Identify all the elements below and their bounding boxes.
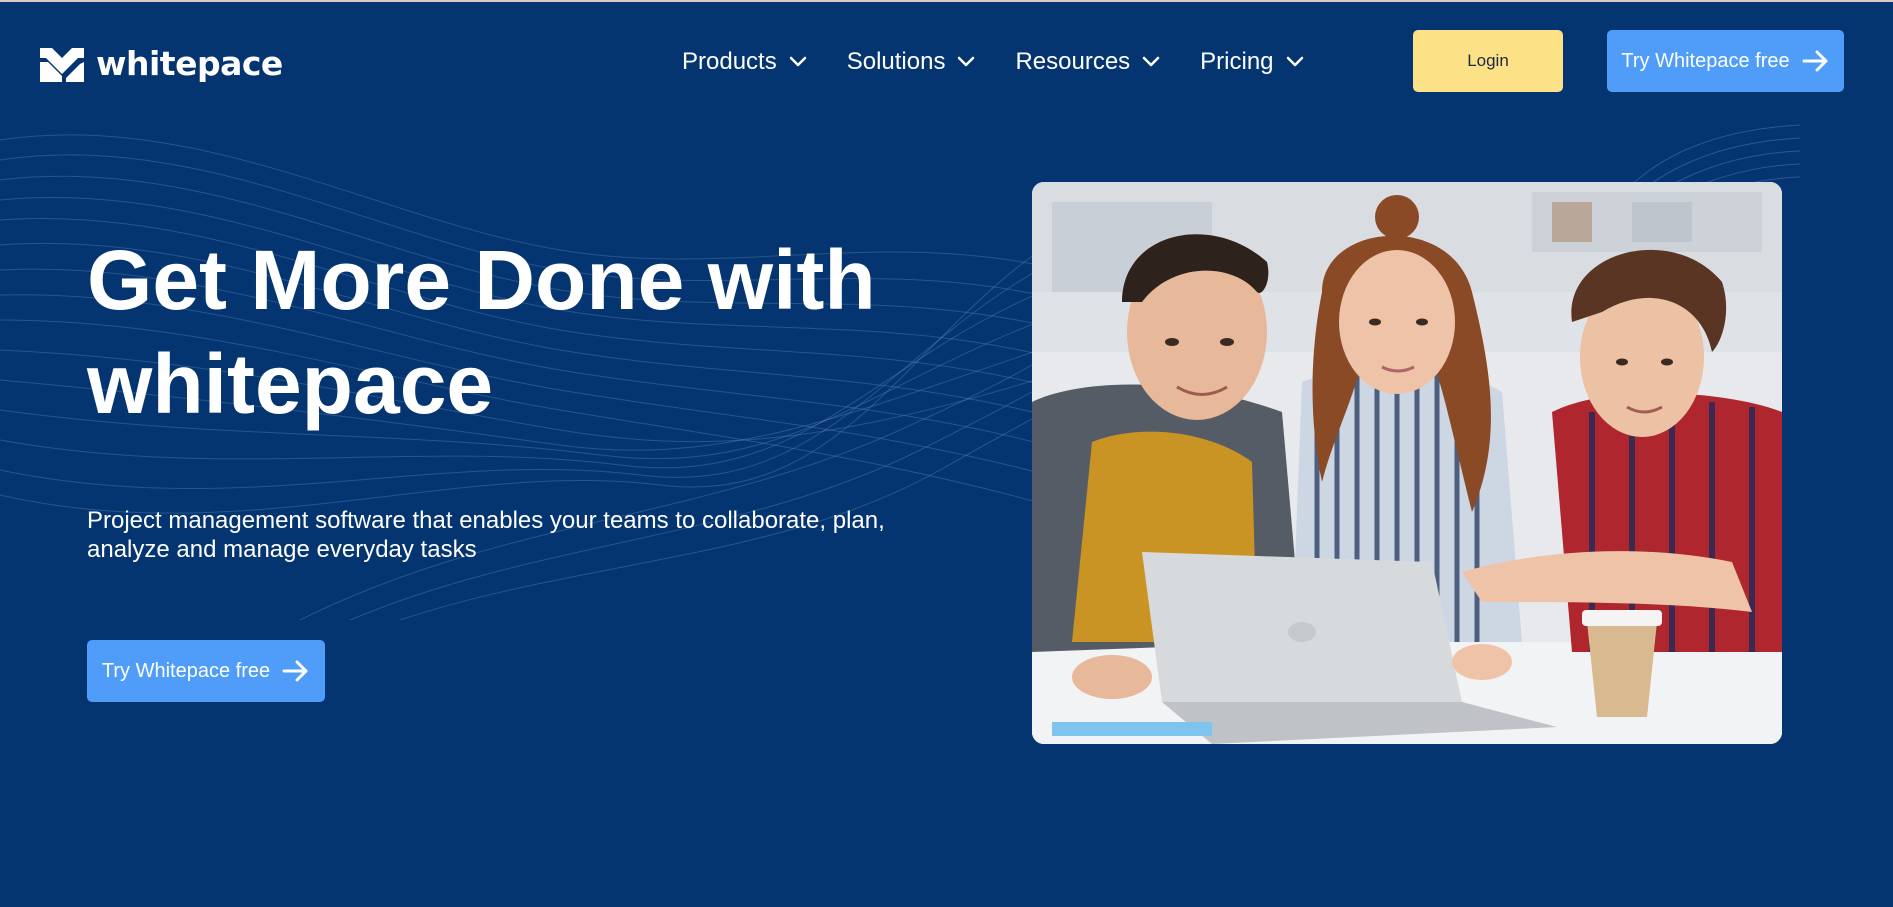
hero-title: Get More Done with whitepace [87,228,987,436]
nav-item-label: Products [682,48,777,75]
main-nav: Products Solutions Resources Pricing [682,46,1344,78]
hero-subtitle: Project management software that enables… [87,506,967,564]
logo-link[interactable]: whitepace [38,42,283,86]
nav-item-pricing[interactable]: Pricing [1200,46,1303,78]
chevron-down-icon [1142,56,1160,67]
try-free-header-button[interactable]: Try Whitepace free [1607,30,1844,92]
chevron-down-icon [1286,56,1303,67]
try-free-label: Try Whitepace free [101,659,271,682]
site-header: whitepace Products Solutions Resources P… [0,2,1893,120]
logo-text: whitepace [96,44,283,83]
try-free-label: Try Whitepace free [1621,49,1790,72]
nav-item-resources[interactable]: Resources [1015,46,1160,78]
nav-item-solutions[interactable]: Solutions [847,46,976,78]
arrow-right-icon [282,660,308,682]
three-people-looking-at-laptop-photo [1032,182,1782,744]
hero-subtitle-line1: Project management software that enables… [87,507,885,534]
hero-subtitle-line2: analyze and manage everyday tasks [87,536,477,563]
chevron-down-icon [958,56,975,67]
nav-item-label: Resources [1015,48,1131,75]
hero-title-line1: Get More Done with [87,233,876,327]
try-free-hero-button[interactable]: Try Whitepace free [87,640,325,702]
nav-item-label: Solutions [846,48,946,75]
nav-item-label: Pricing [1200,48,1274,75]
whitepace-logo-icon [40,48,84,82]
login-button[interactable]: Login [1413,30,1563,92]
hero-photo [1032,182,1782,744]
chevron-down-icon [789,56,806,67]
arrow-right-icon [1802,50,1828,72]
nav-item-products[interactable]: Products [682,46,807,78]
hero-title-line2: whitepace [87,337,494,431]
